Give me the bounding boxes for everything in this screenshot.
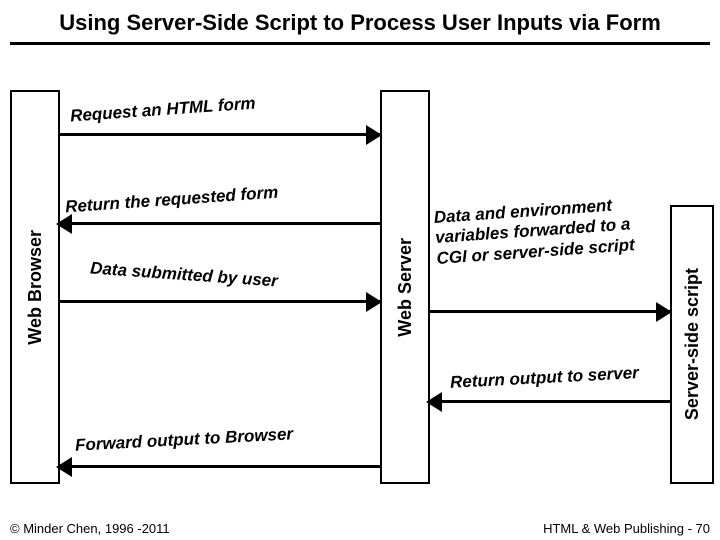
arrow-submit-data (58, 300, 380, 303)
footer: © Minder Chen, 1996 -2011 HTML & Web Pub… (10, 521, 710, 536)
footer-copyright: © Minder Chen, 1996 -2011 (10, 521, 170, 536)
arrow-submit-data-label: Data submitted by user (90, 258, 279, 291)
arrow-request-form (58, 133, 380, 136)
arrow-return-output-label: Return output to server (450, 363, 640, 393)
box-web-server: Web Server (380, 90, 430, 484)
box-server-side-script-label: Server-side script (682, 268, 703, 420)
title-rule (10, 42, 710, 45)
arrow-forward-to-browser (58, 465, 380, 468)
footer-page: HTML & Web Publishing - 70 (543, 521, 710, 536)
arrow-forward-to-script (428, 310, 670, 313)
arrow-return-output (428, 400, 670, 403)
arrow-request-form-label: Request an HTML form (70, 94, 257, 127)
box-web-browser-label: Web Browser (25, 230, 46, 345)
arrow-forward-to-browser-label: Forward output to Browser (75, 424, 294, 455)
arrow-return-form (58, 222, 380, 225)
box-server-side-script: Server-side script (670, 205, 714, 484)
arrow-return-form-label: Return the requested form (65, 183, 279, 218)
diagram-stage: Web Browser Web Server Server-side scrip… (10, 50, 710, 510)
box-web-browser: Web Browser (10, 90, 60, 484)
page-title: Using Server-Side Script to Process User… (0, 0, 720, 42)
arrow-forward-to-script-label: Data and environment variables forwarded… (433, 192, 667, 269)
box-web-server-label: Web Server (395, 238, 416, 337)
